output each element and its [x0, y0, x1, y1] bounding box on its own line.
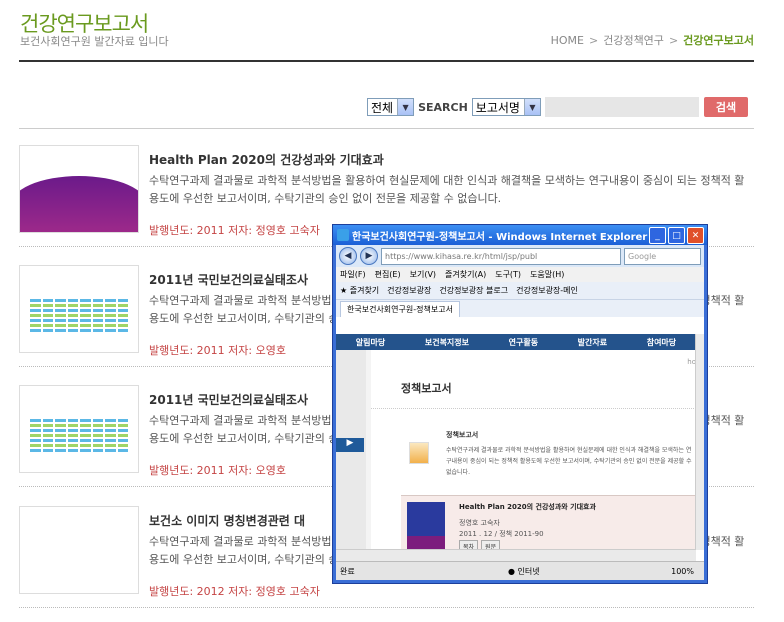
report-cover-image[interactable]: [19, 385, 139, 473]
menu-help[interactable]: 도움말(H): [530, 269, 564, 280]
report-title[interactable]: 보건소 이미지 명칭변경관련 대: [149, 512, 305, 529]
site-left-panel: ▶: [336, 350, 366, 550]
site-nav: 알림마당 보건복지정보 연구활동 발간자료 참여마당: [336, 334, 696, 350]
fav-link-1[interactable]: 건강정보광장: [387, 285, 431, 296]
report-icon: [409, 442, 429, 464]
report-title[interactable]: 2011년 국민보건의료실태조사: [149, 391, 308, 408]
report-cover-image[interactable]: [19, 506, 139, 594]
ie-window: 한국보건사회연구원-정책보고서 - Windows Internet Explo…: [332, 224, 708, 584]
ie-viewport: 알림마당 보건복지정보 연구활동 발간자료 참여마당 open ▶ ho 정책보…: [336, 334, 696, 550]
report-meta: 발행년도: 2011 저자: 오영호: [149, 464, 286, 477]
maximize-button[interactable]: □: [668, 227, 685, 244]
favorites-bar: ★ 즐겨찾기 건강정보광장 건강정보광장 블로그 건강정보광장-메인: [336, 282, 704, 300]
favorites-button[interactable]: ★ 즐겨찾기: [340, 285, 379, 296]
ie-icon: [337, 229, 349, 241]
site-section-desc: 수탁연구과제 결과물로 과학적 분석방법을 활용하여 현실문제에 대한 인식과 …: [446, 447, 692, 476]
star-icon: ★: [340, 286, 348, 295]
ie-statusbar: 완료 ● 인터넷 100%: [336, 561, 704, 580]
breadcrumb: HOME > 건강정책연구 > 건강연구보고서: [550, 34, 754, 47]
browser-tab[interactable]: 한국보건사회연구원-정책보고서: [340, 300, 460, 317]
menu-file[interactable]: 파일(F): [340, 269, 366, 280]
list-divider: [19, 128, 754, 129]
site-nav-publications[interactable]: 발간자료: [578, 337, 607, 348]
forward-icon[interactable]: ▶: [360, 247, 378, 265]
ie-menubar: 파일(F) 편집(E) 보기(V) 즐겨찾기(A) 도구(T) 도움말(H): [336, 267, 704, 282]
report-title[interactable]: 2011년 국민보건의료실태조사: [149, 271, 308, 288]
vertical-scrollbar[interactable]: [695, 334, 704, 550]
card-author: 정영호 고숙자: [459, 519, 500, 527]
back-icon[interactable]: ◀: [339, 247, 357, 265]
address-bar[interactable]: https://www.kihasa.re.kr/html/jsp/publ: [381, 247, 621, 265]
search-input[interactable]: [544, 97, 699, 117]
menu-view[interactable]: 보기(V): [410, 269, 436, 280]
breadcrumb-health-policy[interactable]: 건강정책연구: [603, 34, 664, 47]
search-label: SEARCH: [418, 100, 468, 114]
browser-search-input[interactable]: Google: [624, 247, 701, 265]
report-description: 수탁연구과제 결과물로 과학적 분석방법을 활용하여 현실문제에 대한 인식과 …: [149, 174, 745, 205]
menu-tools[interactable]: 도구(T): [495, 269, 521, 280]
globe-icon: ●: [508, 566, 515, 576]
report-cover-image[interactable]: [19, 265, 139, 353]
minimize-button[interactable]: _: [649, 227, 666, 244]
report-meta: 발행년도: 2011 저자: 오영호: [149, 344, 286, 357]
search-button[interactable]: 검색: [703, 97, 748, 117]
site-nav-notice[interactable]: 알림마당: [356, 337, 385, 348]
site-heading: 정책보고서: [401, 382, 452, 395]
report-cover-image[interactable]: [407, 502, 445, 550]
breadcrumb-home[interactable]: HOME: [551, 34, 584, 47]
breadcrumb-current: 건강연구보고서: [683, 34, 754, 47]
site-nav-research[interactable]: 연구활동: [509, 337, 538, 348]
zone-indicator: ● 인터넷: [508, 566, 540, 576]
status-text: 완료: [340, 566, 355, 576]
site-report-card: Health Plan 2020의 건강성과와 기대효과 정영호 고숙자 201…: [401, 495, 696, 550]
report-cover-image[interactable]: Health Plan 2020: [19, 145, 139, 233]
menu-edit[interactable]: 편집(E): [375, 269, 401, 280]
site-main: ho 정책보고서 정책보고서 수탁연구과제 결과물로 과학적 분석방법을 활용하…: [371, 350, 696, 550]
close-button[interactable]: ✕: [687, 227, 704, 244]
menu-favorites[interactable]: 즐겨찾기(A): [445, 269, 486, 280]
chevron-down-icon: ▼: [523, 99, 540, 115]
header-divider: [19, 60, 754, 62]
zoom-level[interactable]: 100%: [671, 567, 694, 576]
card-title[interactable]: Health Plan 2020의 건강성과와 기대효과: [459, 502, 596, 512]
report-meta: 발행년도: 2011 저자: 정영호 고숙자: [149, 224, 320, 237]
chevron-right-icon[interactable]: ▶: [336, 438, 364, 452]
chevron-down-icon: ▼: [397, 99, 414, 115]
site-nav-participation[interactable]: 참여마당: [647, 337, 676, 348]
search-field-select[interactable]: 보고서명 ▼: [471, 98, 541, 116]
site-section-title: 정책보고서: [446, 431, 479, 439]
search-bar: 전체 ▼ SEARCH 보고서명 ▼ 검색: [367, 97, 748, 117]
fav-link-2[interactable]: 건강정보광장 블로그: [439, 285, 508, 296]
card-date: 2011 . 12 / 정책 2011-90: [459, 530, 544, 538]
report-meta: 발행년도: 2012 저자: 정영호 고숙자: [149, 585, 320, 598]
page-subtitle: 보건사회연구원 발간자료 입니다: [20, 35, 169, 48]
search-scope-select[interactable]: 전체 ▼: [367, 98, 415, 116]
fav-link-3[interactable]: 건강정보광장-메인: [516, 285, 578, 296]
report-title[interactable]: Health Plan 2020의 건강성과와 기대효과: [149, 151, 384, 168]
site-nav-welfare-info[interactable]: 보건복지정보: [425, 337, 469, 348]
